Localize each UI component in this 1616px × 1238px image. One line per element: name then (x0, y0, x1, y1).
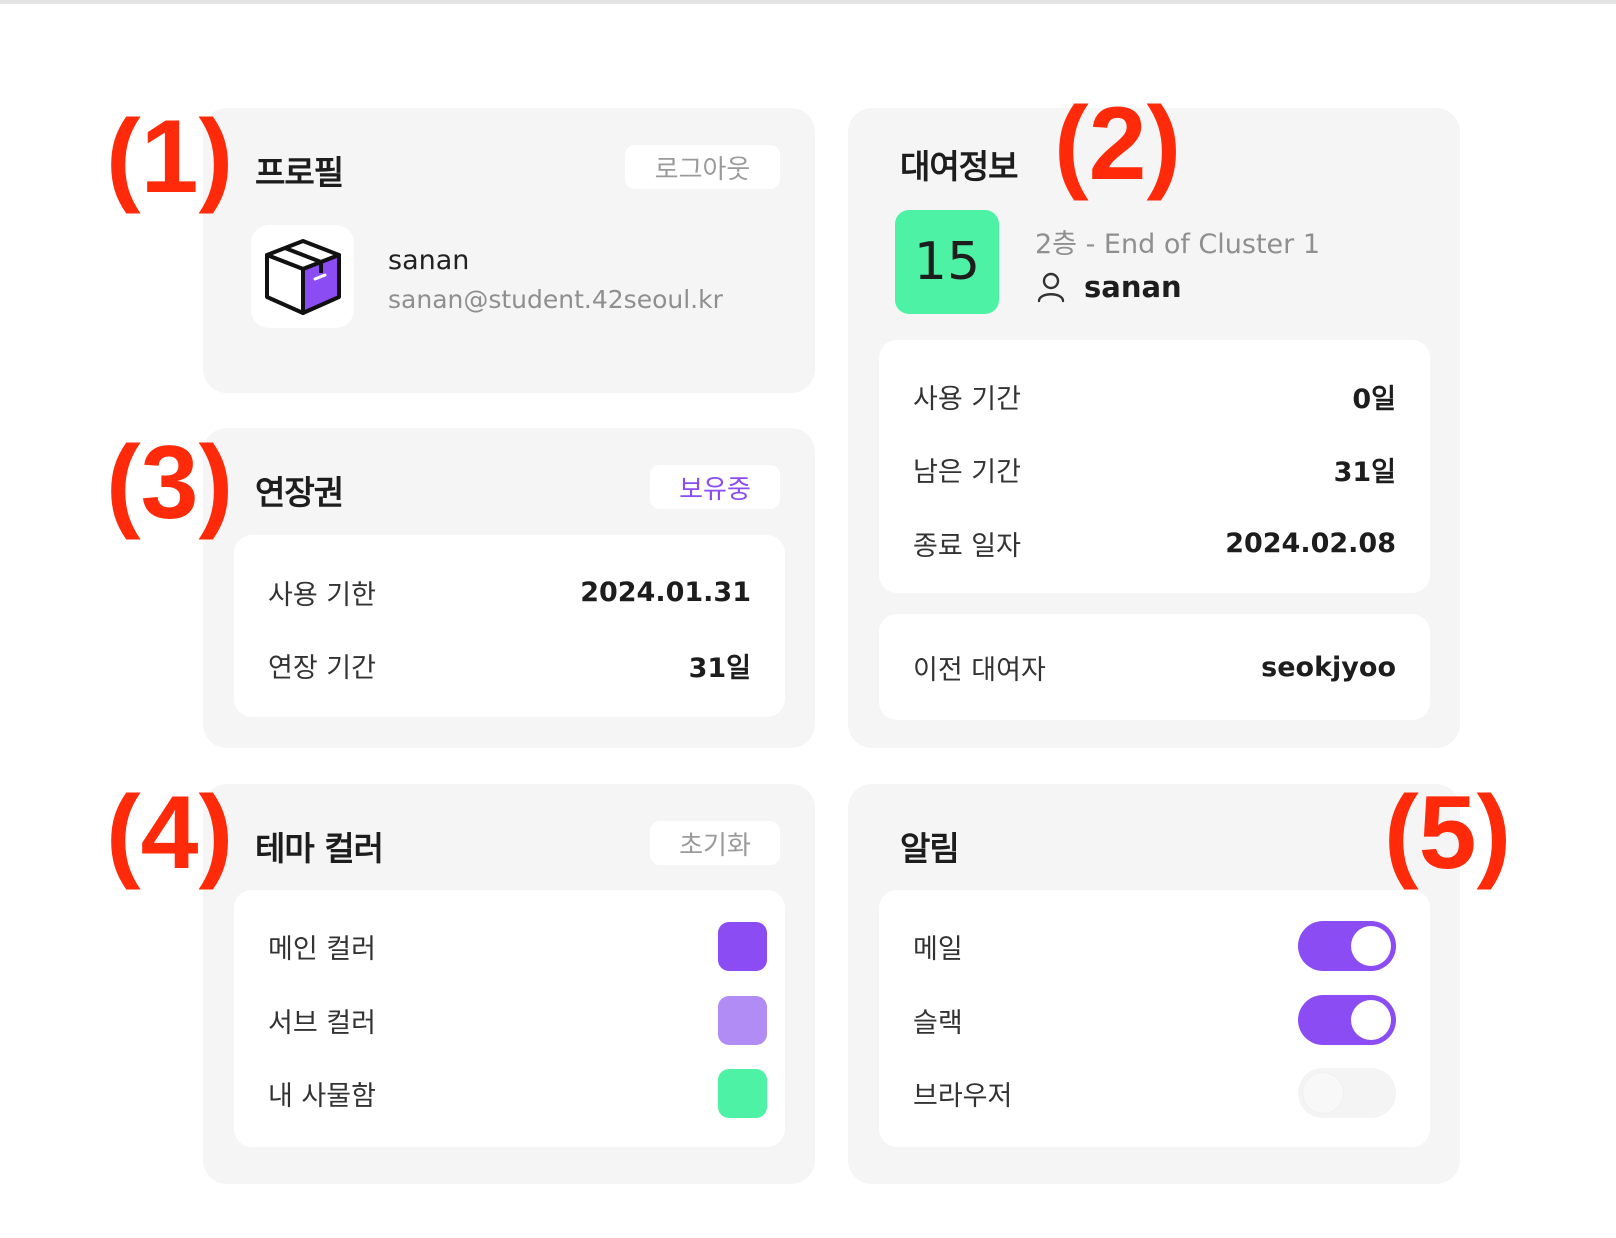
browser-toggle[interactable] (1298, 1068, 1396, 1118)
extension-status-badge: 보유중 (650, 465, 780, 509)
theme-color-list: 메인 컬러 서브 컬러 내 사물함 (234, 890, 785, 1147)
sub-color-label: 서브 컬러 (268, 1007, 376, 1039)
previous-renter-value: seokjyoo (1261, 651, 1396, 683)
email-notification-label: 메일 (913, 933, 963, 965)
rental-row-end-date: 종료 일자 2024.02.08 (913, 521, 1396, 565)
notification-row-browser: 브라우저 (913, 1068, 1396, 1118)
previous-renter-label: 이전 대여자 (913, 654, 1046, 686)
theme-row-my-cabinet: 내 사물함 (268, 1068, 767, 1118)
extension-row-expiry: 사용 기한 2024.01.31 (268, 570, 751, 614)
notification-list: 메일 슬랙 브라우저 (879, 890, 1430, 1147)
notification-row-email: 메일 (913, 921, 1396, 971)
avatar (251, 225, 354, 328)
profile-title: 프로필 (255, 153, 344, 192)
rental-used-label: 사용 기간 (913, 383, 1021, 415)
browser-notification-label: 브라우저 (913, 1080, 1013, 1112)
toggle-knob (1351, 926, 1391, 966)
notification-title: 알림 (900, 829, 960, 868)
annotation-4: (4) (106, 775, 234, 891)
rental-remaining-label: 남은 기간 (913, 456, 1021, 488)
extension-expiry-label: 사용 기한 (268, 579, 376, 611)
profile-email: sanan@student.42seoul.kr (388, 285, 723, 314)
my-cabinet-color-label: 내 사물함 (268, 1080, 376, 1112)
annotation-5: (5) (1384, 775, 1512, 891)
previous-renter-box: 이전 대여자 seokjyoo (879, 614, 1430, 720)
theme-card: 테마 컬러 초기화 메인 컬러 서브 컬러 내 사물함 (203, 784, 815, 1184)
notification-card: 알림 메일 슬랙 브라우저 (848, 784, 1460, 1184)
rental-row-used: 사용 기간 0일 (913, 374, 1396, 418)
extension-title: 연장권 (255, 473, 344, 512)
cabinet-location: 2층 - End of Cluster 1 (1035, 229, 1321, 260)
rental-end-date-value: 2024.02.08 (1225, 527, 1396, 559)
extension-period-label: 연장 기간 (268, 652, 376, 684)
email-toggle[interactable] (1298, 921, 1396, 971)
main-color-label: 메인 컬러 (268, 933, 376, 965)
annotation-1: (1) (106, 99, 234, 215)
extension-row-period: 연장 기간 31일 (268, 643, 751, 687)
slack-toggle[interactable] (1298, 995, 1396, 1045)
theme-reset-button[interactable]: 초기화 (650, 821, 780, 865)
cabinet-number: 15 (913, 232, 981, 292)
extension-expiry-value: 2024.01.31 (580, 576, 751, 608)
extension-details: 사용 기한 2024.01.31 연장 기간 31일 (234, 535, 785, 717)
theme-row-sub: 서브 컬러 (268, 995, 767, 1045)
rental-user: sanan (1084, 270, 1182, 304)
cabinet-number-badge: 15 (895, 210, 999, 314)
annotation-3: (3) (106, 425, 234, 541)
box-icon (264, 238, 341, 315)
previous-renter-row: 이전 대여자 seokjyoo (913, 645, 1396, 689)
rental-row-remaining: 남은 기간 31일 (913, 447, 1396, 491)
rental-title: 대여정보 (900, 147, 1018, 186)
sub-color-swatch[interactable] (718, 995, 767, 1045)
toggle-knob (1351, 1000, 1391, 1040)
profile-username: sanan (388, 245, 470, 276)
my-cabinet-color-swatch[interactable] (718, 1068, 767, 1118)
user-icon (1037, 272, 1065, 303)
theme-title: 테마 컬러 (255, 829, 384, 868)
theme-row-main: 메인 컬러 (268, 921, 767, 971)
logout-button[interactable]: 로그아웃 (625, 145, 780, 189)
extension-period-value: 31일 (688, 652, 751, 684)
rental-card: 대여정보 15 2층 - End of Cluster 1 sanan 사용 기… (848, 108, 1460, 748)
top-divider (0, 0, 1616, 4)
rental-used-value: 0일 (1352, 383, 1396, 415)
profile-card: 프로필 로그아웃 sanan sanan@student.42seoul.kr (203, 108, 815, 393)
rental-details: 사용 기간 0일 남은 기간 31일 종료 일자 2024.02.08 (879, 340, 1430, 593)
rental-end-date-label: 종료 일자 (913, 530, 1021, 562)
main-color-swatch[interactable] (718, 921, 767, 971)
rental-remaining-value: 31일 (1333, 456, 1396, 488)
slack-notification-label: 슬랙 (913, 1007, 963, 1039)
extension-card: 연장권 보유중 사용 기한 2024.01.31 연장 기간 31일 (203, 428, 815, 748)
toggle-knob (1303, 1073, 1343, 1113)
notification-row-slack: 슬랙 (913, 995, 1396, 1045)
annotation-2: (2) (1054, 86, 1182, 202)
